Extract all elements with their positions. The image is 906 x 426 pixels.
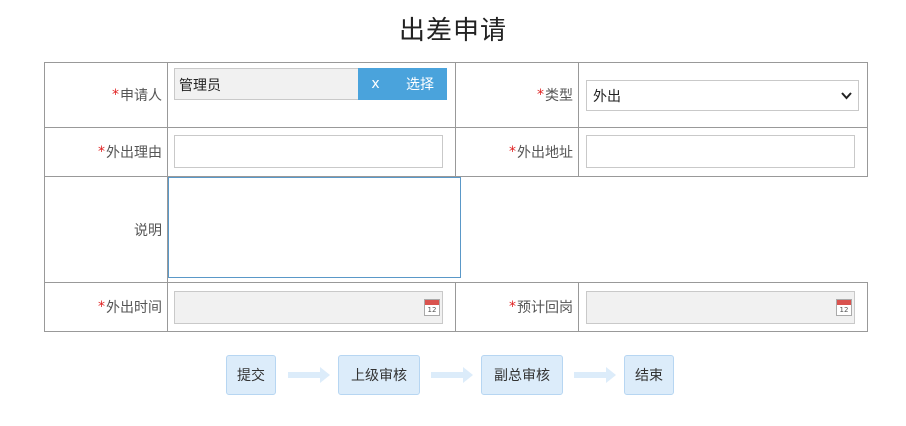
clear-applicant-button[interactable]: x xyxy=(358,68,393,100)
page-title: 出差申请 xyxy=(398,16,507,46)
address-label: * 外出地址 xyxy=(509,144,573,161)
applicant-value: 管理员 xyxy=(174,68,358,100)
workflow-step-end: 结束 xyxy=(624,355,674,395)
out-time-input[interactable] xyxy=(174,291,443,324)
address-input[interactable] xyxy=(586,135,855,168)
workflow-step-vp-review: 副总审核 xyxy=(481,355,563,395)
application-form: * 申请人 管理员 x 选择 * 类型 外出 * 外出理由 * 外出地址 说明 … xyxy=(44,62,868,332)
description-textarea[interactable] xyxy=(168,177,461,278)
reason-label: * 外出理由 xyxy=(98,144,162,161)
workflow-step-supervisor-review: 上级审核 xyxy=(338,355,420,395)
chevron-down-icon xyxy=(841,89,852,103)
description-label: 说明 xyxy=(134,222,162,239)
arrow-right-icon xyxy=(574,367,616,383)
workflow-step-submit: 提交 xyxy=(226,355,276,395)
type-label: * 类型 xyxy=(537,87,573,104)
return-time-input[interactable] xyxy=(586,291,855,324)
arrow-right-icon xyxy=(288,367,330,383)
calendar-icon[interactable]: 12 xyxy=(836,299,852,316)
required-mark: * xyxy=(112,87,119,103)
workflow-steps: 提交 上级审核 副总审核 结束 xyxy=(0,355,906,395)
calendar-icon[interactable]: 12 xyxy=(424,299,440,316)
out-time-label: * 外出时间 xyxy=(98,299,162,316)
applicant-label: * 申请人 xyxy=(112,87,162,104)
reason-input[interactable] xyxy=(174,135,443,168)
type-select[interactable]: 外出 xyxy=(586,80,859,111)
return-time-label: * 预计回岗 xyxy=(509,299,573,316)
arrow-right-icon xyxy=(431,367,473,383)
select-applicant-button[interactable]: 选择 xyxy=(393,68,447,100)
